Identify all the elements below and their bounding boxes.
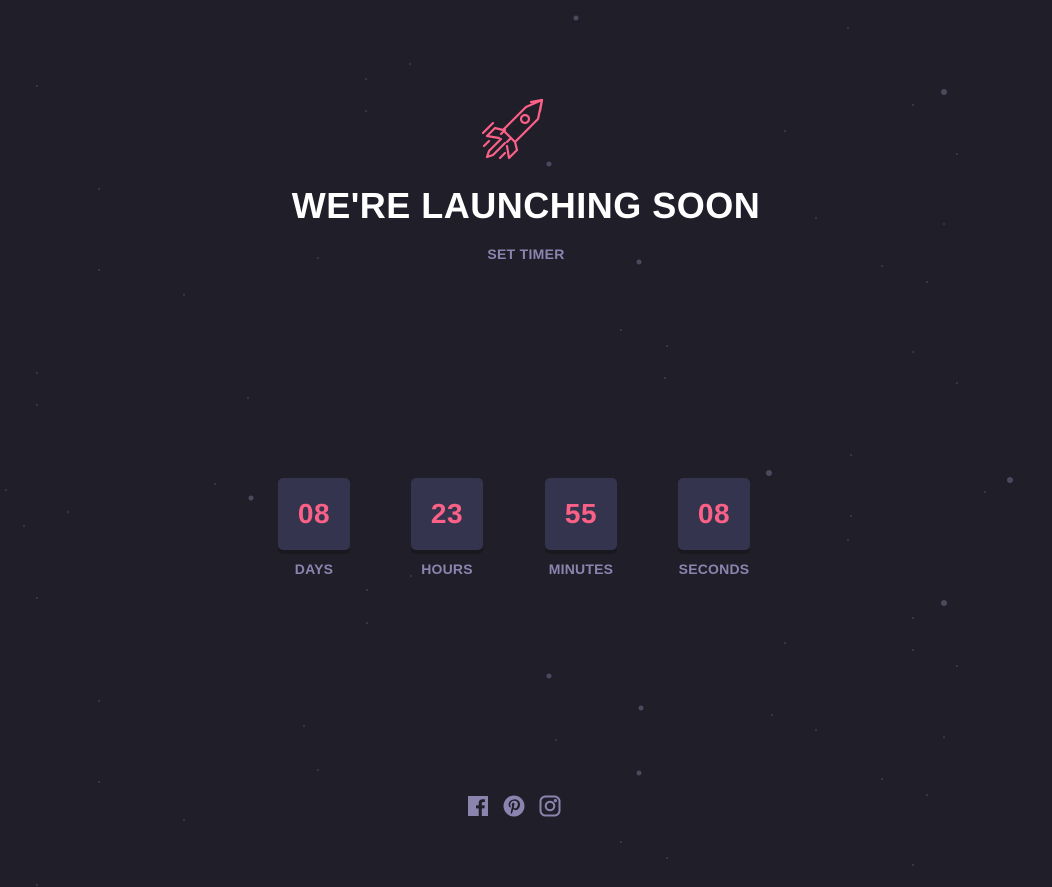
days-value: 08 xyxy=(278,478,350,550)
page-title: WE'RE LAUNCHING SOON xyxy=(291,185,761,226)
seconds-value: 08 xyxy=(678,478,750,550)
minutes-value: 55 xyxy=(545,478,617,550)
minutes-label: MINUTES xyxy=(548,561,614,577)
countdown-seconds: 08 SECONDS xyxy=(666,478,762,577)
launch-page: WE'RE LAUNCHING SOON SET TIMER 08 DAYS 2… xyxy=(0,0,1052,887)
countdown-days: 08 DAYS xyxy=(266,478,362,577)
countdown-hours: 23 HOURS xyxy=(399,478,495,577)
hours-value: 23 xyxy=(411,478,483,550)
hours-label: HOURS xyxy=(421,561,473,577)
pinterest-icon[interactable] xyxy=(502,794,526,818)
set-timer-link[interactable]: SET TIMER xyxy=(0,246,1052,262)
countdown: 08 DAYS 23 HOURS 55 MINUTES 08 SECONDS xyxy=(0,478,1052,588)
seconds-label: SECONDS xyxy=(678,561,750,577)
countdown-minutes: 55 MINUTES xyxy=(533,478,629,577)
days-label: DAYS xyxy=(294,561,334,577)
facebook-icon[interactable] xyxy=(466,794,490,818)
rocket-icon xyxy=(481,98,544,160)
instagram-icon[interactable] xyxy=(538,794,562,818)
social-links xyxy=(466,794,566,818)
